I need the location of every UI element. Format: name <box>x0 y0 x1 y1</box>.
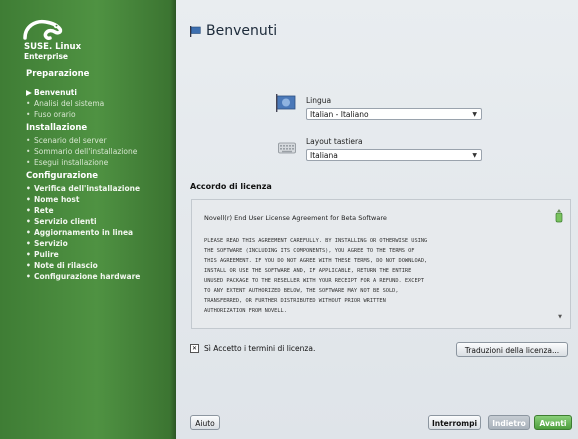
step-bullet-icon: • <box>26 261 31 270</box>
back-button[interactable]: Indietro <box>488 415 530 430</box>
sidebar-step-item: • Servizio clienti <box>0 216 176 227</box>
language-select[interactable]: Italian - Italiano ▼ <box>306 108 482 120</box>
keyboard-select[interactable]: Italiana ▼ <box>306 149 482 161</box>
step-bullet-icon: • <box>26 206 31 215</box>
step-bullet-icon: • <box>26 99 31 108</box>
sidebar-step-item: • Verifica dell'installazione <box>0 183 176 194</box>
sidebar-step-label: Scenario del server <box>34 136 107 145</box>
language-label: Lingua <box>306 96 332 105</box>
brand-line-1: SUSE. Linux <box>24 42 82 52</box>
current-step-arrow-icon: ▶ <box>26 88 32 97</box>
sidebar-section-title: Preparazione <box>26 69 90 79</box>
scroll-indicator-icon[interactable] <box>555 209 563 223</box>
globe-flag-icon <box>276 94 296 112</box>
page-title: Benvenuti <box>206 23 278 39</box>
sidebar-step-label: Pulire <box>34 250 59 259</box>
sidebar-step-item: • Nome host <box>0 194 176 205</box>
main-panel: Benvenuti Lingua Italian - Italiano ▼ La… <box>176 0 578 439</box>
brand-line-2: Enterprise <box>24 52 69 61</box>
sidebar-step-item: • Configurazione hardware <box>0 271 176 282</box>
step-bullet-icon: • <box>26 239 31 248</box>
sidebar-step-label: Fuso orario <box>34 110 76 119</box>
sidebar-step-item: • Note di rilascio <box>0 260 176 271</box>
sidebar-step-label: Analisi del sistema <box>34 99 105 108</box>
language-select-value: Italian - Italiano <box>310 110 369 119</box>
sidebar-step-label: Nome host <box>34 195 80 204</box>
sidebar-step-item: • Analisi del sistema <box>0 98 176 109</box>
step-bullet-icon: • <box>26 184 31 193</box>
chameleon-icon <box>23 19 63 40</box>
license-text-area[interactable]: Novell(r) End User License Agreement for… <box>191 199 571 329</box>
accept-label: Sì Accetto i termini di licenza. <box>204 344 316 353</box>
chevron-down-icon: ▼ <box>472 111 477 118</box>
sidebar-step-item: • Scenario del server <box>0 135 176 146</box>
sidebar-step-label: Rete <box>34 206 54 215</box>
step-bullet-icon: • <box>26 272 31 281</box>
sidebar-step-item: • Aggiornamento in linea <box>0 227 176 238</box>
sidebar-step-label: Note di rilascio <box>34 261 98 270</box>
sidebar-section-title: Configurazione <box>26 171 99 181</box>
step-bullet-icon: • <box>26 195 31 204</box>
sidebar-step-item: • Esegui installazione <box>0 157 176 168</box>
license-body: PLEASE READ THIS AGREEMENT CAREFULLY. BY… <box>204 238 428 314</box>
chevron-down-icon: ▼ <box>472 152 477 159</box>
step-bullet-icon: • <box>26 217 31 226</box>
sidebar-step-label: Benvenuti <box>34 88 77 97</box>
sidebar-step-label: Verifica dell'installazione <box>34 184 141 193</box>
sidebar-step-item: • Pulire <box>0 249 176 260</box>
scroll-down-icon[interactable]: ▼ <box>558 314 562 320</box>
sidebar-step-label: Servizio clienti <box>34 217 97 226</box>
sidebar-step-label: Configurazione hardware <box>34 272 141 281</box>
license-heading: Novell(r) End User License Agreement for… <box>204 214 387 222</box>
license-translations-button[interactable]: Traduzioni della licenza... <box>456 342 568 357</box>
sidebar-section-title: Installazione <box>26 123 88 133</box>
abort-button[interactable]: Interrompi <box>428 415 481 430</box>
keyboard-label: Layout tastiera <box>306 137 363 146</box>
sidebar-step-item: • Fuso orario <box>0 109 176 120</box>
step-bullet-icon: • <box>26 147 31 156</box>
step-bullet-icon: • <box>26 228 31 237</box>
flag-icon <box>190 25 201 37</box>
sidebar-step-label: Aggiornamento in linea <box>34 228 134 237</box>
sidebar-step-item: ▶ Benvenuti <box>0 87 176 98</box>
next-button[interactable]: Avanti <box>534 415 572 430</box>
sidebar-step-label: Sommario dell'installazione <box>34 147 138 156</box>
keyboard-icon <box>278 142 296 154</box>
step-bullet-icon: • <box>26 136 31 145</box>
step-bullet-icon: • <box>26 250 31 259</box>
installation-steps-sidebar: SUSE. Linux Enterprise Preparazione ▶ Benv… <box>0 0 176 439</box>
sidebar-step-item: • Rete <box>0 205 176 216</box>
step-bullet-icon: • <box>26 110 31 119</box>
sidebar-step-label: Esegui installazione <box>34 158 109 167</box>
sidebar-step-item: • Sommario dell'installazione <box>0 146 176 157</box>
sidebar-step-item: • Servizio <box>0 238 176 249</box>
help-button[interactable]: Aiuto <box>190 415 220 430</box>
suse-logo: SUSE. Linux Enterprise <box>22 16 132 64</box>
accept-license-checkbox-row[interactable]: ✕ Sì Accetto i termini di licenza. <box>190 344 315 353</box>
keyboard-select-value: Italiana <box>310 151 338 160</box>
accept-checkbox[interactable]: ✕ <box>190 344 199 353</box>
page-header: Benvenuti <box>190 22 277 40</box>
step-list: Preparazione ▶ Benvenuti • Analisi del siste… <box>0 66 176 282</box>
license-section-title: Accordo di licenza <box>190 182 272 191</box>
step-bullet-icon: • <box>26 158 31 167</box>
sidebar-step-label: Servizio <box>34 239 68 248</box>
